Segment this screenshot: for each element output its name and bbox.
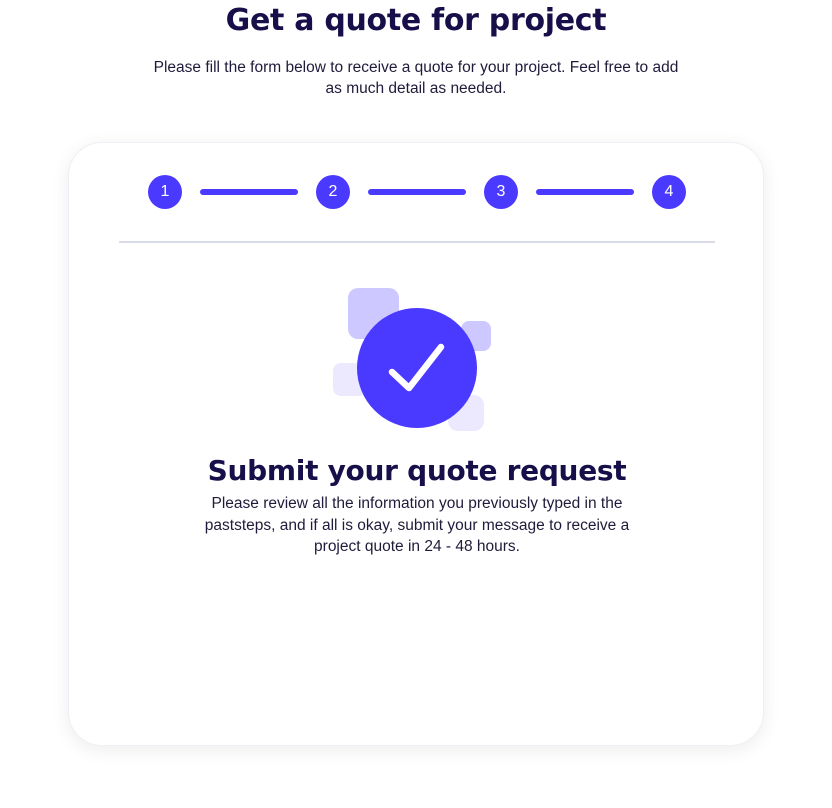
quote-form-card: 1 2 3 4 Submit your quote request Please… [68,142,764,746]
step-1-indicator[interactable]: 1 [148,175,182,209]
confirmation-heading: Submit your quote request [207,454,627,487]
step-connector-3-4 [536,189,634,195]
step-connector-2-3 [368,189,466,195]
check-circle [357,308,477,428]
quote-page: Get a quote for project Please fill the … [0,0,832,808]
checkmark-icon [388,343,445,392]
stepper-divider [119,241,715,243]
success-illustration [333,288,493,438]
step-connector-1-2 [200,189,298,195]
step-3-indicator[interactable]: 3 [484,175,518,209]
page-title: Get a quote for project [225,3,607,38]
step-2-indicator[interactable]: 2 [316,175,350,209]
confirmation-text: Please review all the information you pr… [204,495,630,555]
step-4-indicator[interactable]: 4 [652,175,686,209]
page-subtitle: Please fill the form below to receive a … [153,59,679,97]
